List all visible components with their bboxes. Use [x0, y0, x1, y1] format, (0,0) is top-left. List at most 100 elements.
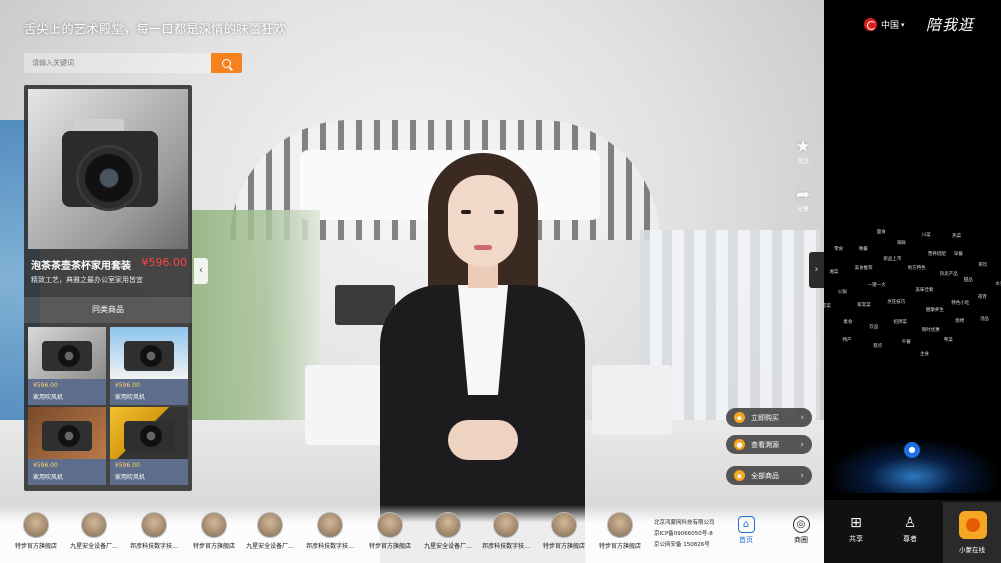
word-cloud-item[interactable]: 汤品 — [980, 316, 989, 322]
word-cloud-item[interactable]: 糕点 — [873, 343, 882, 349]
word-cloud-item[interactable]: 茶饮 — [978, 262, 987, 268]
share-space-label: 共享 — [849, 535, 863, 543]
search-box — [24, 53, 212, 73]
profile-button[interactable]: ♙ 尊者 — [890, 515, 930, 544]
word-cloud-item[interactable]: 火锅 — [838, 289, 847, 295]
word-cloud-item[interactable]: 粤菜 — [944, 337, 953, 343]
icp-number[interactable]: 京ICP备09066050号-8 — [654, 529, 715, 540]
region-selector[interactable]: 中国 ▾ — [864, 18, 905, 31]
mall-icon: ◎ — [792, 516, 810, 533]
word-cloud-item[interactable]: 午餐 — [902, 339, 911, 345]
assistant-label: 小蒙在线 — [959, 546, 985, 554]
word-cloud-item[interactable]: 烹饪技巧 — [887, 299, 905, 305]
word-cloud-item[interactable]: 一键一大 — [868, 282, 886, 288]
word-cloud-item[interactable]: 主食 — [920, 351, 929, 357]
word-cloud-item[interactable]: 新品上市 — [883, 256, 901, 262]
word-cloud-item[interactable]: 特色小吃 — [951, 300, 969, 306]
store-logo — [201, 512, 227, 538]
word-cloud-item[interactable]: 热卖产品 — [940, 271, 958, 277]
store-name: 特步官方旗舰店 — [368, 543, 411, 550]
similar-product-name: 家用吹风机 — [115, 474, 146, 481]
store-item[interactable]: 特步官方旗舰店 — [360, 512, 420, 550]
similar-product-caption: ¥596.00 家用吹风机 — [28, 379, 106, 405]
word-cloud-item[interactable]: 早餐 — [954, 251, 963, 257]
view-traceability-button[interactable]: ● 查看溯源 › — [726, 435, 812, 454]
store-item[interactable]: 邦彦科技数字技... — [300, 512, 360, 550]
product-panel: 泡茶茶壶茶杯家用套装 ¥596.00 精致工艺，典雅之最办公室家用皆宜 同类商品… — [24, 85, 192, 491]
word-cloud-item[interactable]: 湘菜 — [829, 269, 838, 275]
follow-button[interactable]: ★ 关注 — [790, 138, 816, 165]
store-logo — [551, 512, 577, 538]
word-cloud-item[interactable]: 饮品 — [869, 324, 878, 330]
store-item[interactable]: 特步官方旗舰店 — [590, 512, 650, 550]
word-cloud-item[interactable]: 面食 — [877, 229, 886, 235]
store-logo — [493, 512, 519, 538]
store-item[interactable]: 邦彦科技数字技... — [476, 512, 536, 550]
similar-product-caption: ¥596.00 家用吹风机 — [110, 379, 188, 405]
store-logo — [81, 512, 107, 538]
word-cloud-item[interactable]: 营养搭配 — [928, 251, 946, 257]
share-button[interactable]: ➦ 分享 — [790, 186, 816, 213]
similar-product-card[interactable]: ¥596.00 家用吹风机 — [110, 327, 188, 405]
store-logo — [435, 512, 461, 538]
similar-product-price: ¥596.00 — [115, 462, 140, 469]
word-cloud-item[interactable]: 晚餐 — [859, 246, 868, 252]
word-cloud-item[interactable]: 夜宵 — [978, 294, 987, 300]
store-name: 邦彦科技数字技... — [482, 543, 530, 550]
word-cloud-item[interactable]: 美味佳肴 — [915, 287, 933, 293]
word-cloud-item[interactable]: 凉菜 — [822, 303, 831, 309]
similar-product-price: ¥596.00 — [33, 462, 58, 469]
word-cloud-item[interactable]: 海鲜 — [897, 240, 906, 246]
word-cloud-item[interactable]: 地方特色 — [908, 265, 926, 271]
word-cloud-item[interactable]: 川菜 — [922, 232, 931, 238]
store-item[interactable]: 特步官方旗舰店 — [534, 512, 594, 550]
word-cloud-item[interactable]: 热菜 — [952, 233, 961, 239]
similar-products-header: 同类商品 — [24, 297, 192, 323]
assistant-button[interactable]: 小蒙在线 — [943, 502, 1001, 563]
all-products-button[interactable]: ▪ 全部商品 › — [726, 466, 812, 485]
similar-product-card[interactable]: ¥596.00 家用吹风机 — [28, 407, 106, 485]
police-record[interactable]: 京公网安备 150826号 — [654, 540, 715, 551]
similar-product-caption: ¥596.00 家用吹风机 — [28, 459, 106, 485]
word-cloud-item[interactable]: 健康养生 — [926, 307, 944, 313]
word-cloud-item[interactable]: 家常菜 — [857, 302, 871, 308]
search-input[interactable] — [30, 56, 208, 70]
word-cloud-item[interactable]: 甜品 — [964, 277, 973, 283]
similar-product-price: ¥596.00 — [115, 382, 140, 389]
similar-product-card[interactable]: ¥596.00 家用吹风机 — [28, 327, 106, 405]
buy-now-button[interactable]: ▪ 立即购买 › — [726, 408, 812, 427]
similar-product-image — [110, 327, 188, 379]
word-cloud-item[interactable]: 素食 — [843, 319, 852, 325]
virtual-presenter — [370, 145, 595, 563]
word-cloud-item[interactable]: 水果 — [996, 281, 1001, 287]
search-button[interactable] — [211, 53, 242, 73]
word-cloud-item[interactable]: 美食推荐 — [855, 265, 873, 271]
background-counter-right — [592, 365, 672, 435]
word-cloud-item[interactable]: 烧烤 — [955, 318, 964, 324]
store-item[interactable]: 特步官方旗舰店 — [184, 512, 244, 550]
side-panel-toggle-chevron-right-icon[interactable]: › — [809, 252, 824, 288]
view-traceability-label: 查看溯源 — [751, 440, 779, 449]
word-cloud-item[interactable]: 限时优惠 — [922, 327, 940, 333]
word-cloud-item[interactable]: 招牌菜 — [894, 319, 908, 325]
store-name: 邦彦科技数字技... — [130, 543, 178, 550]
nav-mall-button[interactable]: ◎ 商圈 — [786, 516, 816, 545]
store-name: 九星安全设备厂... — [424, 543, 472, 550]
store-item[interactable]: 邦彦科技数字技... — [124, 512, 184, 550]
word-cloud-item[interactable]: 特产 — [843, 337, 852, 343]
store-item[interactable]: 九星安全设备厂... — [240, 512, 300, 550]
product-main-image[interactable] — [28, 89, 188, 249]
panel-collapse-chevron-left-icon[interactable]: ‹ — [194, 258, 208, 284]
page-slogan: 舌尖上的艺术殿堂，每一口都是深情的味蕾狂欢 — [24, 22, 287, 36]
product-description: 精致工艺，典雅之最办公室家用皆宜 — [31, 276, 143, 284]
store-item[interactable]: 九星安全设备厂... — [418, 512, 478, 550]
nav-home-button[interactable]: ⌂ 首页 — [731, 516, 761, 545]
store-item[interactable]: 特步官方旗舰店 — [6, 512, 66, 550]
presenter-lips — [474, 245, 492, 250]
similar-product-card[interactable]: ¥596.00 家用吹风机 — [110, 407, 188, 485]
microphone-button[interactable]: ● — [904, 442, 920, 458]
word-cloud-item[interactable]: 零食 — [834, 246, 843, 252]
share-space-button[interactable]: ⊞ 共享 — [836, 515, 876, 544]
store-item[interactable]: 九星安全设备厂... — [64, 512, 124, 550]
product-title: 泡茶茶壶茶杯家用套装 — [31, 261, 131, 272]
